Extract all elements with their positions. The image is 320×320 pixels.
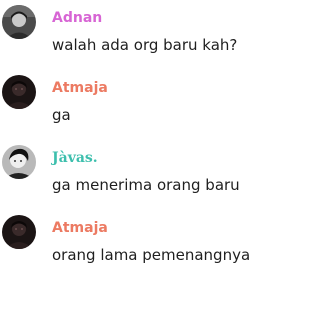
chat-message: Atmaja ga: [0, 72, 267, 132]
message-author[interactable]: Atmaja: [52, 79, 108, 97]
avatar[interactable]: [2, 5, 36, 39]
chat-message: Jàvas. ga menerima orang baru: [0, 142, 267, 202]
chat-message-list: Adnan walah ada org baru kah? Atmaja ga: [0, 0, 267, 320]
user-photo-icon: [2, 145, 36, 179]
message-text: ga: [52, 106, 71, 124]
avatar[interactable]: [2, 145, 36, 179]
chat-message: Adnan walah ada org baru kah?: [0, 2, 267, 62]
message-text: orang lama pemenangnya: [52, 246, 251, 264]
message-text: walah ada org baru kah?: [52, 36, 238, 54]
chat-message: Atmaja orang lama pemenangnya: [0, 212, 267, 272]
avatar[interactable]: [2, 75, 36, 109]
message-text: ga menerima orang baru: [52, 176, 240, 194]
user-photo-icon: [2, 75, 36, 109]
message-author[interactable]: Atmaja: [52, 219, 108, 237]
user-photo-icon: [2, 215, 36, 249]
avatar[interactable]: [2, 215, 36, 249]
message-author[interactable]: Adnan: [52, 9, 102, 27]
user-photo-icon: [2, 5, 36, 39]
message-author[interactable]: Jàvas.: [52, 149, 98, 167]
